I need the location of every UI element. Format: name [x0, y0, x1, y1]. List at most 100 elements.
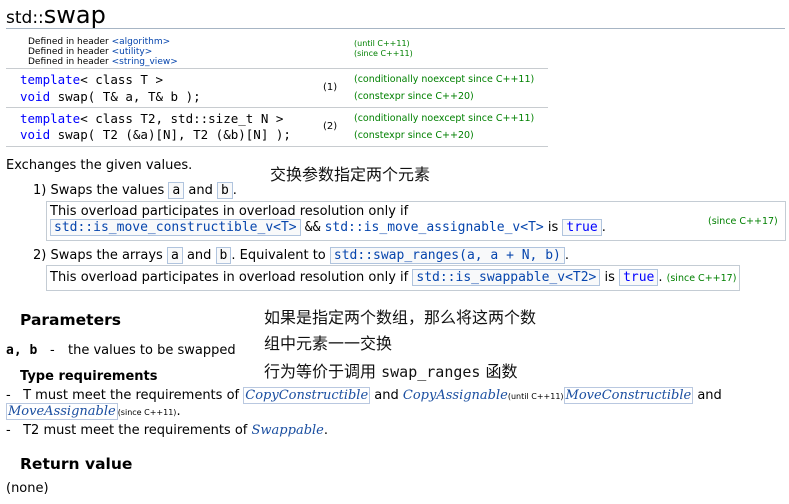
- req-1-end: .: [176, 404, 181, 419]
- is-move-constructible-link[interactable]: std::is_move_constructible_v<T>: [50, 219, 301, 236]
- declaration-1-line-2: void swap( T& a, T& b );: [20, 89, 201, 104]
- item-1-number: 1): [33, 183, 47, 198]
- param-dash: -: [50, 343, 55, 358]
- box-end: .: [658, 270, 663, 285]
- annotation-1: 交换参数指定两个元素: [270, 165, 431, 184]
- declaration-1-note-2: (constexpr since C++20): [354, 91, 474, 102]
- title-name: swap: [43, 1, 106, 29]
- is-swappable-link[interactable]: std::is_swappable_v<T2>: [412, 269, 601, 286]
- copy-constructible-link[interactable]: CopyConstructible: [243, 387, 371, 404]
- item-1-line: 1) Swaps the values a and b.: [33, 182, 237, 200]
- item-2-end: .: [564, 248, 570, 263]
- item-1-end: .: [232, 183, 237, 198]
- item-1-box-line-1: This overload participates in overload r…: [50, 204, 409, 219]
- req-dash: -: [6, 423, 11, 438]
- swappable-link[interactable]: Swappable: [252, 423, 324, 438]
- header-string-view-link[interactable]: <string_view>: [112, 57, 178, 67]
- description: Exchanges the given values.: [6, 158, 193, 173]
- item-1-and: and: [188, 183, 213, 198]
- param-name: a, b: [6, 343, 38, 358]
- item-2-line: 2) Swaps the arrays a and b. Equivalent …: [33, 247, 569, 265]
- move-constructible-link[interactable]: MoveConstructible: [563, 387, 694, 404]
- annotation-3-code: swap_ranges: [381, 363, 481, 381]
- header-prefix: Defined in header: [28, 47, 109, 57]
- page-title: std::swap: [6, 1, 106, 29]
- box-end: .: [601, 220, 606, 235]
- param-desc: the values to be swapped: [68, 343, 236, 358]
- until-note: (until C++11): [507, 392, 564, 401]
- header-note-until: (until C++11): [354, 39, 410, 48]
- return-value-text: (none): [6, 481, 49, 496]
- copy-assignable-link[interactable]: CopyAssignable: [403, 388, 508, 403]
- swap-ranges-link[interactable]: std::swap_ranges(a, a + N, b): [329, 247, 565, 264]
- code-text: swap( T& a, T& b );: [50, 89, 201, 104]
- return-value-heading: Return value: [20, 455, 133, 473]
- item-2-box-line: This overload participates in overload r…: [50, 269, 736, 288]
- keyword: void: [20, 127, 51, 142]
- code-text: < class T >: [80, 72, 164, 87]
- req-dash: -: [6, 388, 11, 403]
- title-underline: [6, 28, 785, 29]
- item-2-text: Swaps the arrays: [50, 248, 163, 263]
- box-text: This overload participates in overload r…: [50, 270, 409, 285]
- and-operator: &&: [304, 220, 321, 235]
- decl-separator-2: [6, 146, 548, 147]
- annotation-3-suffix: 函数: [485, 362, 518, 381]
- declaration-2-line-2: void swap( T2 (&a)[N], T2 (&b)[N] );: [20, 127, 291, 142]
- header-utility-link[interactable]: <utility>: [112, 47, 153, 57]
- requirement-1-cont: MoveAssignable (since C++11).: [6, 403, 181, 421]
- parameters-heading: Parameters: [20, 311, 121, 329]
- item-1-text: Swaps the values: [50, 183, 165, 198]
- declaration-1-number: (1): [323, 82, 338, 93]
- header-row-3: Defined in header <string_view>: [28, 57, 178, 67]
- declaration-2-note-2: (constexpr since C++20): [354, 130, 474, 141]
- item-2-since-note: (since C++17): [666, 273, 737, 284]
- code-b: b: [216, 182, 233, 199]
- requirement-2: - T2 must meet the requirements of Swapp…: [6, 423, 328, 439]
- header-prefix: Defined in header: [28, 37, 109, 47]
- annotation-3-prefix: 行为等价于调用: [264, 362, 377, 381]
- code-b: b: [215, 247, 232, 264]
- item-2-number: 2): [33, 248, 47, 263]
- header-note-since: (since C++11): [354, 49, 413, 58]
- header-row-2: Defined in header <utility>: [28, 47, 152, 57]
- req-2-end: .: [323, 423, 329, 438]
- req-2-text: T2 must meet the requirements of: [23, 423, 248, 438]
- true-literal: true: [562, 219, 602, 236]
- code-text: < class T2, std::size_t N >: [80, 111, 284, 126]
- is-move-assignable-link[interactable]: std::is_move_assignable_v<T>: [325, 220, 544, 235]
- header-algorithm-link[interactable]: <algorithm>: [112, 37, 171, 47]
- item-1-box-line-2: std::is_move_constructible_v<T> && std::…: [50, 219, 606, 237]
- item-2-and: and: [186, 248, 212, 263]
- decl-separator-0: [6, 68, 548, 69]
- keyword: template: [20, 111, 81, 126]
- item-2-text-2: . Equivalent to: [231, 248, 326, 263]
- annotation-2-line-1: 如果是指定两个数组，那么将这两个数: [264, 308, 537, 327]
- annotation-3: 行为等价于调用 swap_ranges 函数: [264, 358, 518, 382]
- code-a: a: [166, 247, 183, 264]
- code-a: a: [168, 182, 185, 199]
- req-1-text: T must meet the requirements of: [23, 388, 240, 403]
- req-and: and: [374, 388, 399, 403]
- is-text: is: [547, 220, 559, 235]
- header-prefix: Defined in header: [28, 57, 109, 67]
- declaration-2-line-1: template< class T2, std::size_t N >: [20, 111, 283, 126]
- code-text: swap( T2 (&a)[N], T2 (&b)[N] );: [50, 127, 291, 142]
- declaration-1-line-1: template< class T >: [20, 72, 163, 87]
- declaration-2-number: (2): [323, 121, 338, 132]
- decl-separator-1: [6, 107, 548, 108]
- type-requirements-heading: Type requirements: [20, 369, 158, 384]
- since-note: (since C++11): [117, 408, 177, 417]
- keyword: template: [20, 72, 81, 87]
- is-text: is: [604, 270, 615, 285]
- keyword: void: [20, 89, 51, 104]
- declaration-2-note-1: (conditionally noexcept since C++11): [354, 113, 535, 124]
- header-row-1: Defined in header <algorithm>: [28, 37, 170, 47]
- move-assignable-link[interactable]: MoveAssignable: [6, 403, 118, 420]
- annotation-2-line-2: 组中元素一一交换: [264, 334, 393, 353]
- title-namespace: std::: [6, 8, 44, 28]
- item-1-since-note: (since C++17): [708, 216, 778, 227]
- declaration-1-note-1: (conditionally noexcept since C++11): [354, 74, 535, 85]
- req-and-2: and: [697, 388, 722, 403]
- true-literal: true: [619, 269, 659, 286]
